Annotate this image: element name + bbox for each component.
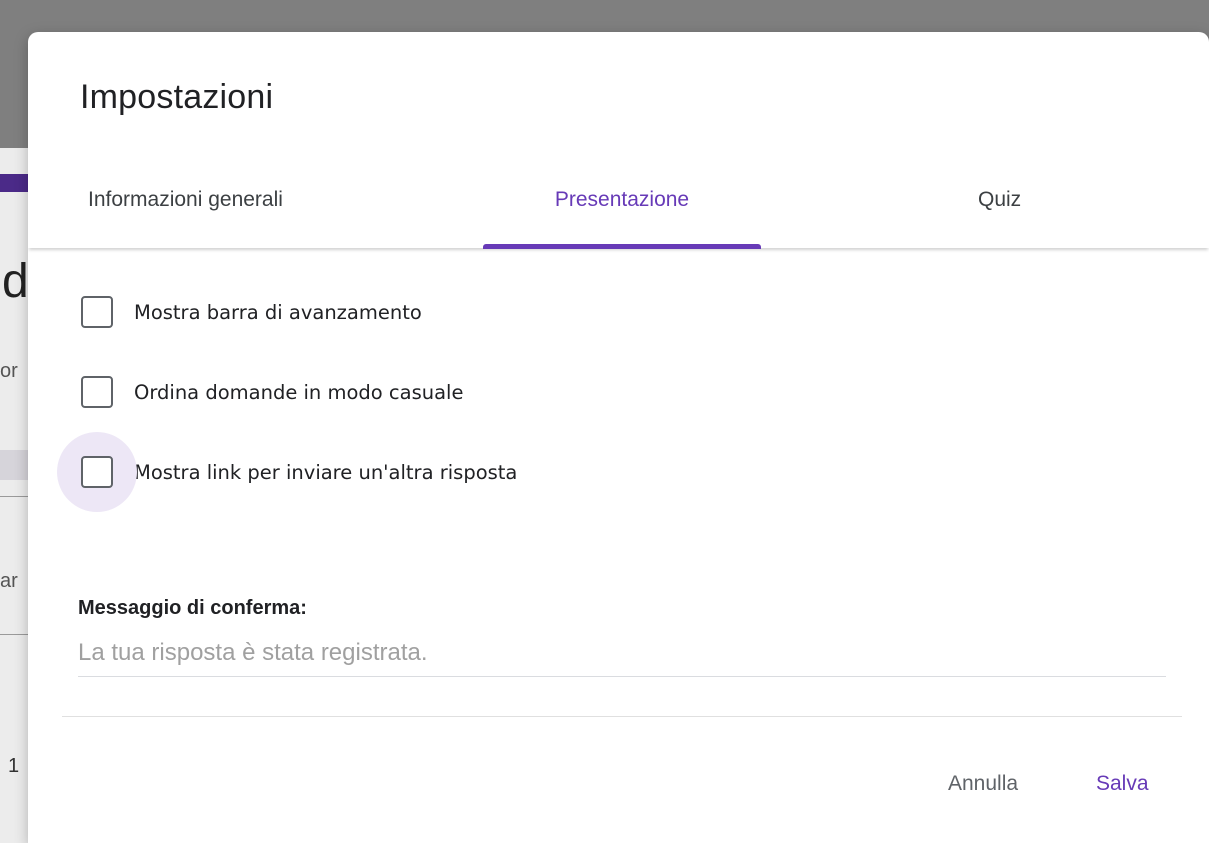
confirmation-message-label: Messaggio di conferma:: [78, 597, 307, 619]
settings-dialog: Impostazioni Informazioni generali Prese…: [28, 32, 1209, 843]
active-tab-indicator: [483, 244, 761, 249]
option-label: Mostra barra di avanzamento: [134, 300, 422, 324]
confirmation-message-input[interactable]: [78, 630, 1166, 677]
screen: d or ar 1 Impostazioni Informazioni gene…: [0, 0, 1209, 843]
tab-general-info[interactable]: Informazioni generali: [88, 162, 283, 248]
checkbox-container: [77, 372, 117, 412]
shuffle-questions-checkbox[interactable]: [81, 376, 113, 408]
option-label: Mostra link per inviare un'altra rispost…: [134, 460, 518, 484]
checkbox-container: [77, 292, 117, 332]
resubmit-link-checkbox[interactable]: [81, 456, 113, 488]
background-text-fragment: d: [2, 255, 29, 308]
footer-divider: [62, 716, 1182, 717]
tab-quiz[interactable]: Quiz: [978, 162, 1021, 248]
save-button[interactable]: Salva: [1096, 772, 1149, 796]
option-shuffle-questions[interactable]: Ordina domande in modo casuale: [77, 372, 463, 412]
option-show-progress-bar[interactable]: Mostra barra di avanzamento: [77, 292, 422, 332]
cancel-button[interactable]: Annulla: [948, 772, 1018, 796]
background-text-fragment: ar: [0, 570, 18, 592]
option-label: Ordina domande in modo casuale: [134, 380, 464, 404]
tab-bar: Informazioni generali Presentazione Quiz: [28, 162, 1209, 248]
dialog-title: Impostazioni: [80, 78, 274, 116]
background-text-fragment: 1: [8, 755, 20, 777]
option-show-resubmit-link[interactable]: Mostra link per inviare un'altra rispost…: [57, 432, 518, 512]
progress-bar-checkbox[interactable]: [81, 296, 113, 328]
background-text-fragment: or: [0, 360, 18, 382]
checkbox-container: [57, 432, 137, 512]
tab-presentation[interactable]: Presentazione: [483, 162, 761, 248]
